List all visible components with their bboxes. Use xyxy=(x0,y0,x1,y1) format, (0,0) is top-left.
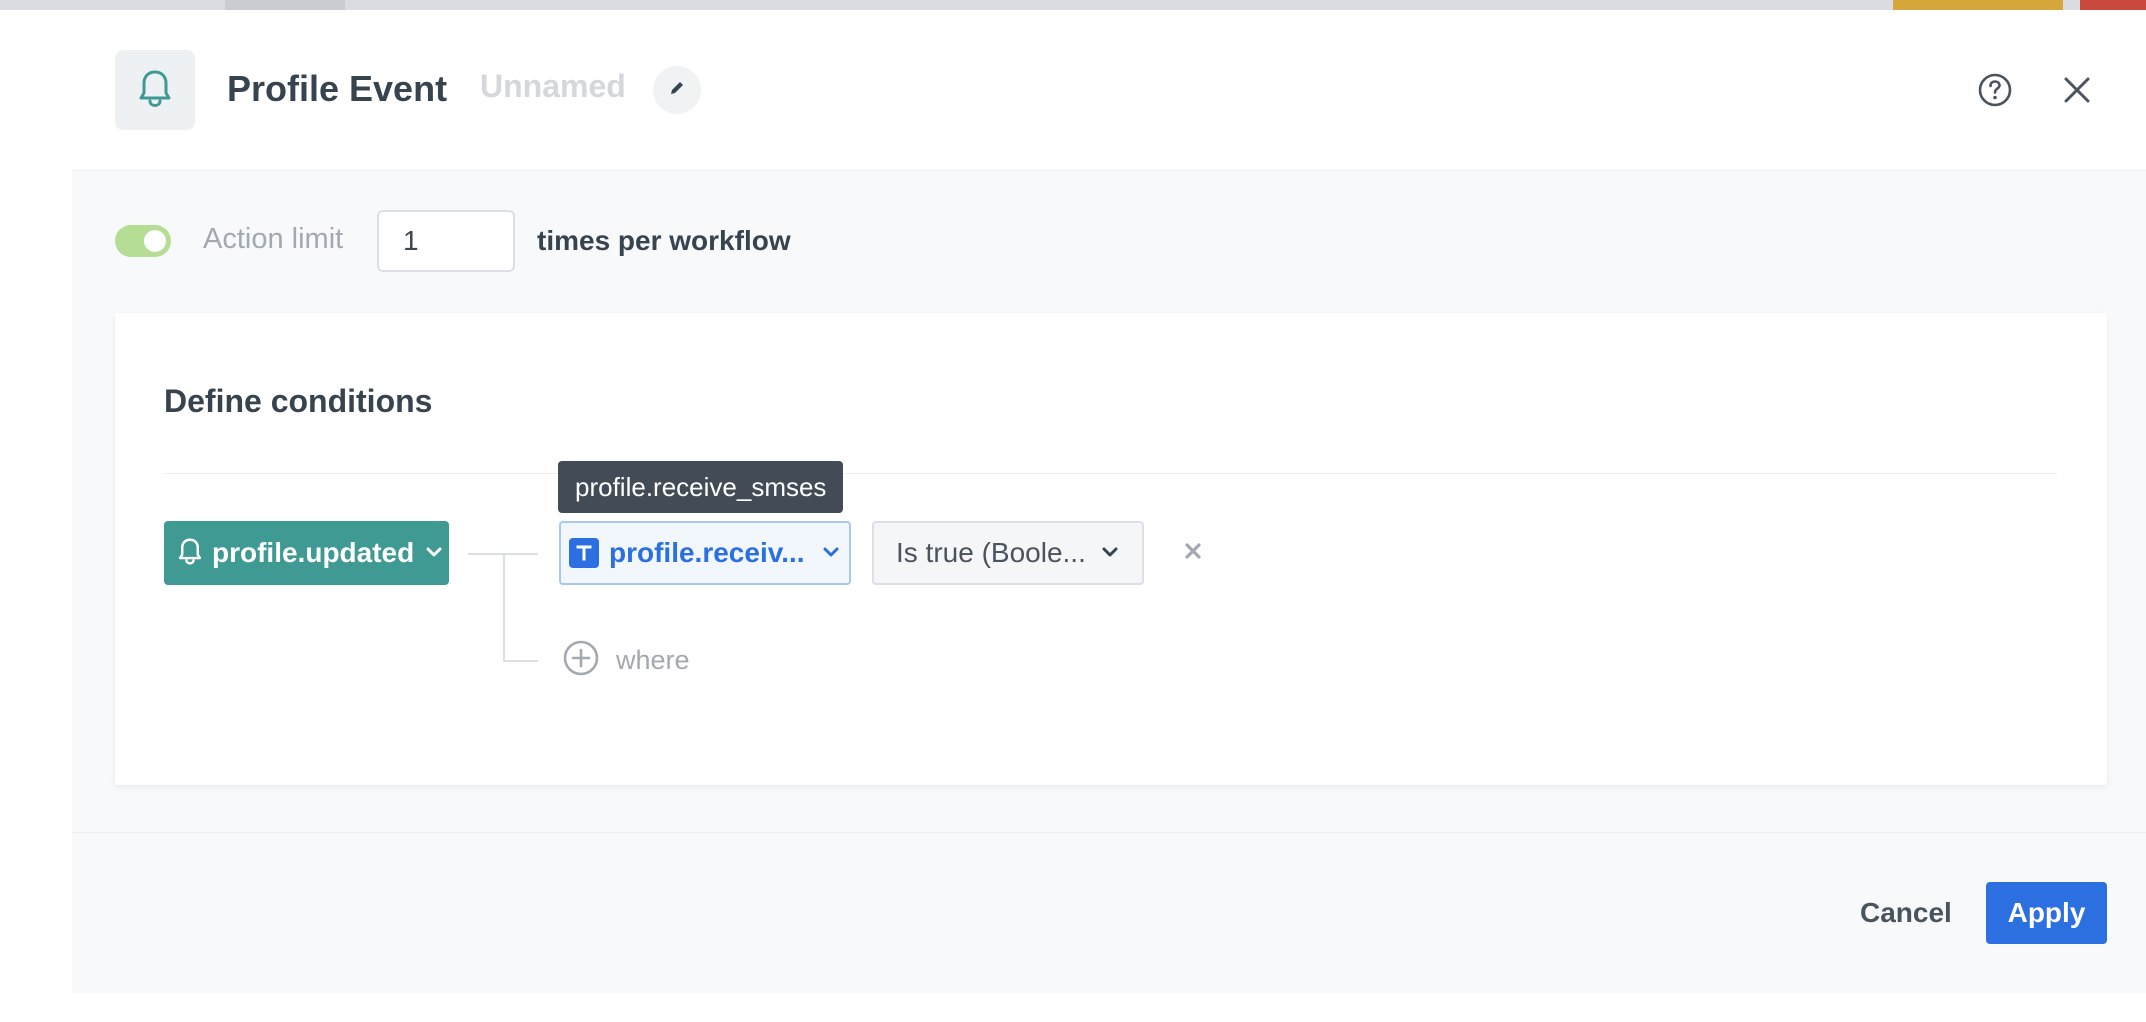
connector-line xyxy=(503,660,538,662)
toggle-knob xyxy=(144,230,166,252)
text-type-icon xyxy=(569,538,599,568)
parameter-select[interactable]: profile.receiv... xyxy=(559,521,851,585)
background-button xyxy=(1893,0,2063,10)
close-button[interactable] xyxy=(2057,72,2097,112)
edit-name-button[interactable] xyxy=(653,66,701,114)
apply-button[interactable]: Apply xyxy=(1986,882,2107,944)
cancel-button[interactable]: Cancel xyxy=(1842,882,1970,944)
background-app-bar xyxy=(0,0,2146,10)
chevron-down-icon xyxy=(424,544,444,563)
action-limit-suffix: times per workflow xyxy=(537,225,791,256)
conditions-card: Define conditions profile.updated profil… xyxy=(115,313,2107,785)
background-badge xyxy=(2080,0,2146,10)
parameter-select-label: profile.receiv... xyxy=(609,537,805,568)
event-select[interactable]: profile.updated xyxy=(164,521,449,585)
plus-circle-icon xyxy=(562,639,600,681)
node-name[interactable]: Unnamed xyxy=(480,68,626,105)
action-limit-input[interactable] xyxy=(377,210,515,272)
close-icon xyxy=(2062,75,2092,109)
chevron-down-icon xyxy=(821,544,841,563)
parameter-tooltip: profile.receive_smses xyxy=(558,461,844,513)
action-limit-label: Action limit xyxy=(203,223,344,255)
page: Profile Event Unnamed Action limit 1 tim… xyxy=(0,0,2146,1022)
help-button[interactable] xyxy=(1975,72,2015,112)
event-select-label: profile.updated xyxy=(212,537,415,568)
background-tab xyxy=(225,0,345,10)
footer-divider xyxy=(72,832,2146,833)
bell-icon xyxy=(178,537,202,569)
conditions-title: Define conditions xyxy=(164,383,433,419)
chevron-down-icon xyxy=(1100,544,1120,563)
connector-line xyxy=(503,553,505,661)
add-where-button[interactable]: where xyxy=(562,639,690,681)
card-divider xyxy=(164,473,2057,474)
operator-select-label: Is true (Boole... xyxy=(896,537,1086,568)
question-circle-icon xyxy=(1977,72,2013,112)
header-icon-box xyxy=(115,50,195,130)
profile-event-modal: Profile Event Unnamed Action limit 1 tim… xyxy=(72,10,2146,993)
bell-icon xyxy=(138,69,172,111)
close-icon xyxy=(1183,541,1203,565)
remove-condition-button[interactable] xyxy=(1175,535,1211,571)
operator-select[interactable]: Is true (Boole... xyxy=(872,521,1144,585)
modal-header: Profile Event Unnamed xyxy=(72,10,2146,171)
add-where-label: where xyxy=(616,644,690,675)
action-limit-toggle[interactable] xyxy=(115,225,171,257)
modal-title: Profile Event xyxy=(227,68,448,109)
pencil-icon xyxy=(667,78,687,102)
